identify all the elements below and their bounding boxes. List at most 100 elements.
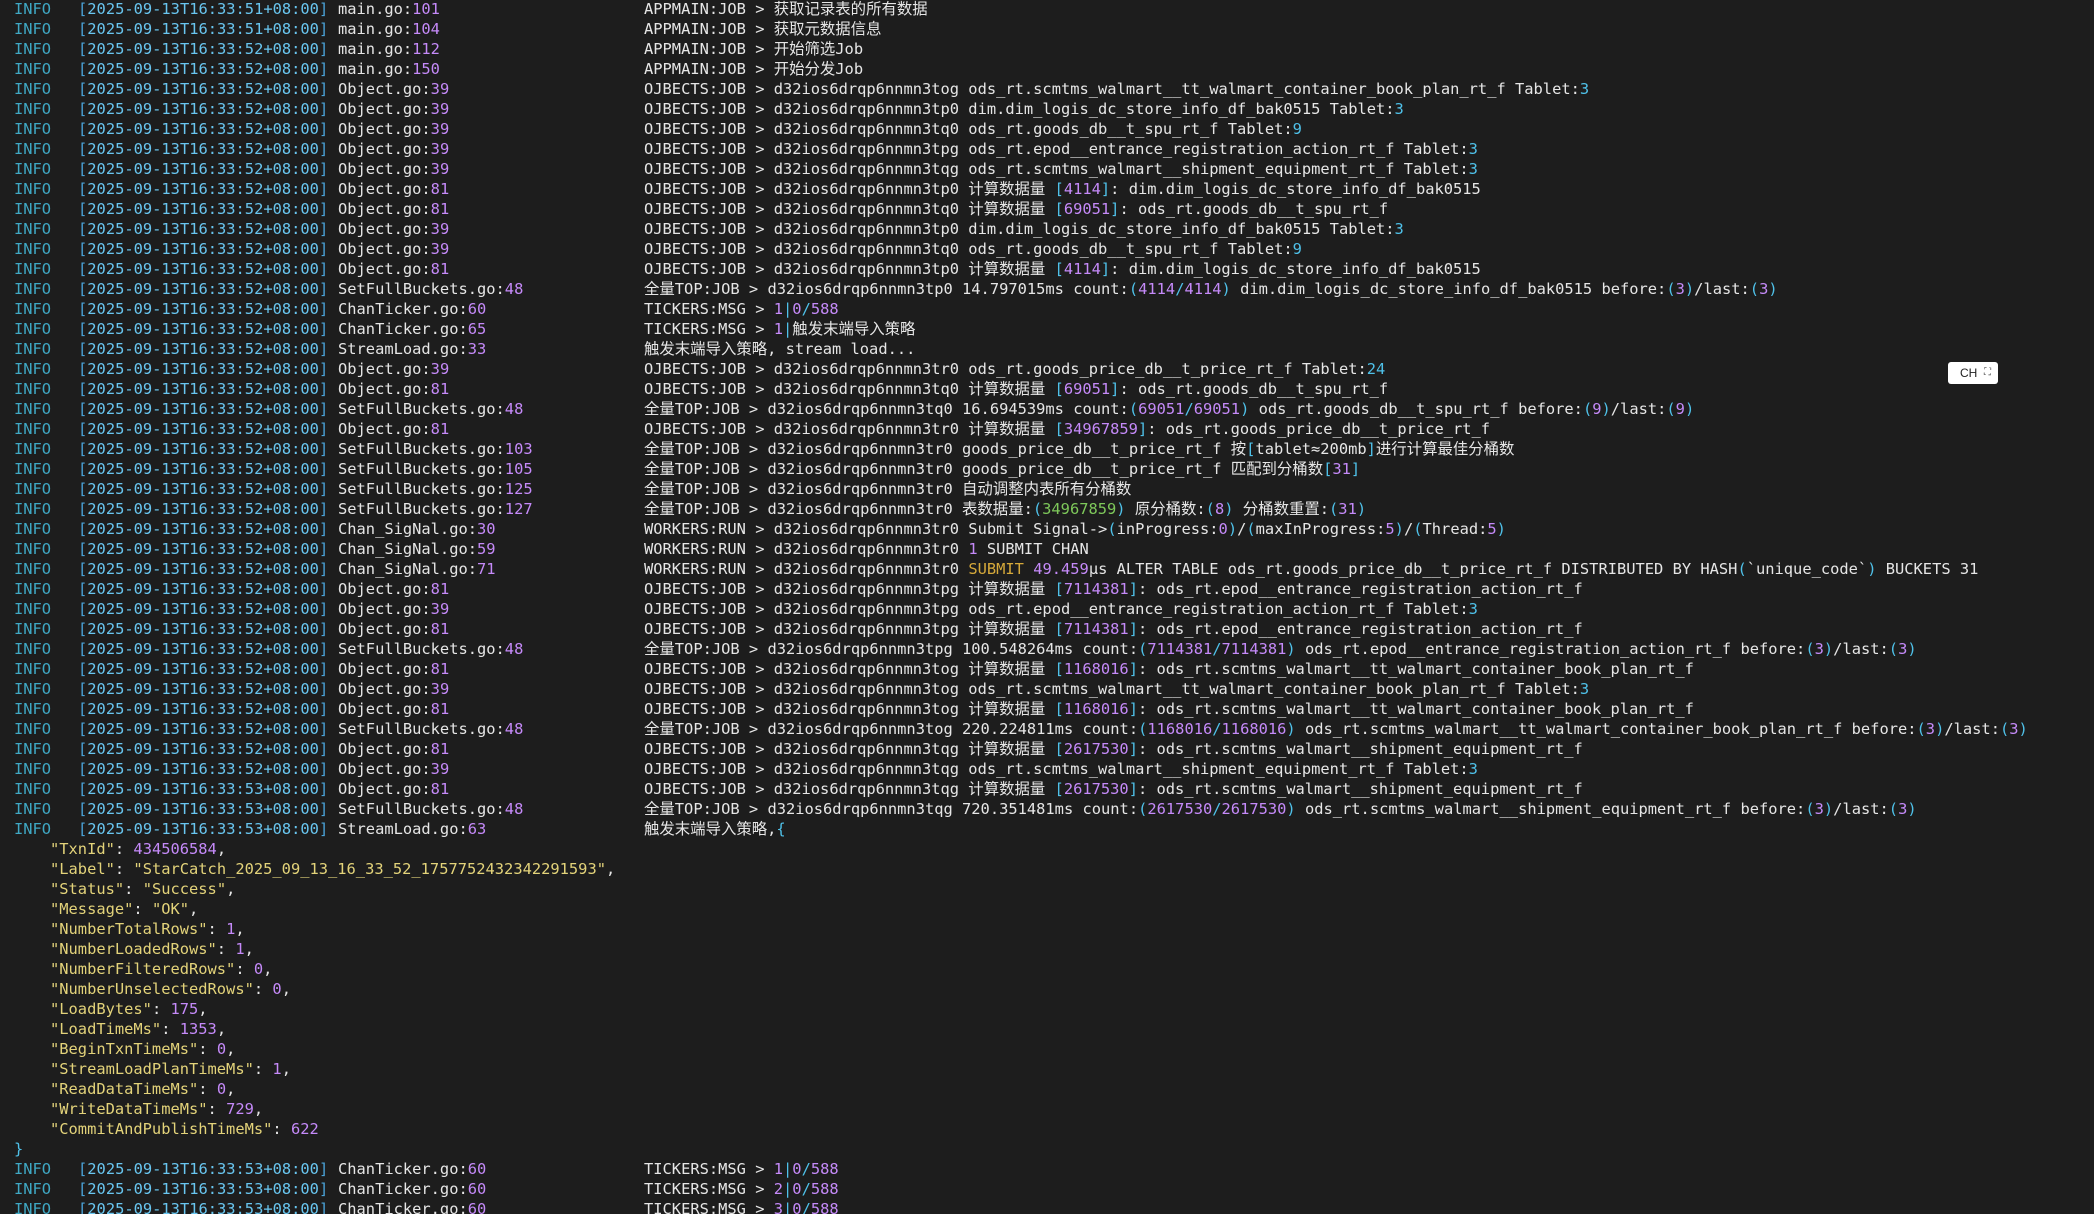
- bracket: [: [78, 120, 88, 138]
- log-message: 全量TOP:JOB > d32ios6drqp6nnmn3tpg 100.548…: [644, 639, 1917, 659]
- message-segment: : ods_rt.goods_db__t_spu_rt_f: [1119, 380, 1389, 398]
- log-level: INFO: [14, 660, 52, 678]
- message-segment: : ods_rt.scmtms_walmart__shipment_equipm…: [1137, 740, 1583, 758]
- log-message: OJBECTS:JOB > d32ios6drqp6nnmn3tr0 ods_r…: [644, 359, 1385, 379]
- bracket: ]: [318, 460, 329, 478]
- message-segment: /: [1212, 720, 1222, 738]
- bracket: [: [78, 800, 88, 818]
- message-segment: (: [1888, 800, 1899, 818]
- log-timestamp: [2025-09-13T16:33:52+08:00]: [78, 759, 328, 779]
- log-level: INFO: [14, 520, 52, 538]
- message-segment: 全量TOP:JOB > d32ios6drqp6nnmn3tr0 goods_p…: [644, 460, 1324, 478]
- timestamp-value: 2025-09-13T16:33:52+08:00: [87, 440, 319, 458]
- message-segment: APPMAIN:JOB > 获取记录表的所有数据: [644, 0, 928, 18]
- terminal-output[interactable]: INFO [2025-09-13T16:33:51+08:00] main.go:1…: [0, 0, 2094, 1214]
- log-message: OJBECTS:JOB > d32ios6drqp6nnmn3tog ods_r…: [644, 79, 1589, 99]
- message-segment: ): [1116, 500, 1126, 518]
- message-segment: 0: [1218, 520, 1228, 538]
- message-segment: /: [1237, 520, 1247, 538]
- message-segment: (: [1138, 720, 1148, 738]
- log-timestamp: [2025-09-13T16:33:52+08:00]: [78, 679, 328, 699]
- log-source: SetFullBuckets.go:48: [338, 719, 523, 739]
- bracket: [: [78, 200, 88, 218]
- log-level: INFO: [14, 500, 52, 518]
- expand-icon[interactable]: ⛶: [1984, 362, 1991, 384]
- log-message: WORKERS:RUN > d32ios6drqp6nnmn3tr0 SUBMI…: [644, 559, 1978, 579]
- log-message: 全量TOP:JOB > d32ios6drqp6nnmn3tq0 16.6945…: [644, 399, 1694, 419]
- main-log-line: INFO [2025-09-13T16:33:52+08:00] SetFullBu…: [0, 459, 2094, 479]
- message-segment: 2: [773, 1180, 784, 1198]
- message-segment: OJBECTS:JOB > d32ios6drqp6nnmn3tp0 dim.d…: [644, 220, 1395, 238]
- source-file: Object.go:: [338, 380, 431, 398]
- json-colon: :: [124, 880, 143, 898]
- message-segment: [: [1054, 740, 1064, 758]
- message-segment: 7114381: [1063, 620, 1129, 638]
- message-segment: 全量TOP:JOB > d32ios6drqp6nnmn3tr0 goods_p…: [644, 440, 1247, 458]
- message-segment: TICKERS:MSG >: [644, 320, 774, 338]
- timestamp-value: 2025-09-13T16:33:52+08:00: [87, 520, 319, 538]
- log-message: OJBECTS:JOB > d32ios6drqp6nnmn3tq0 ods_r…: [644, 239, 1302, 259]
- main-log-line: INFO [2025-09-13T16:33:52+08:00] Object.go…: [0, 119, 2094, 139]
- message-segment: [: [1054, 660, 1064, 678]
- bracket: [: [78, 140, 88, 158]
- log-level: INFO: [14, 580, 52, 598]
- source-file: Object.go:: [338, 740, 431, 758]
- log-timestamp: [2025-09-13T16:33:52+08:00]: [78, 259, 328, 279]
- source-file: main.go:: [338, 40, 413, 58]
- message-segment: 进行计算最佳分桶数: [1375, 440, 1515, 458]
- ime-indicator[interactable]: CH ⛶: [1948, 362, 1998, 384]
- message-segment: : ods_rt.goods_db__t_spu_rt_f: [1119, 200, 1389, 218]
- json-colon: :: [207, 920, 227, 938]
- log-source: Object.go:39: [338, 79, 449, 99]
- message-segment: [: [1054, 420, 1064, 438]
- message-segment: (: [1888, 640, 1899, 658]
- message-segment: [1024, 560, 1033, 578]
- message-segment: 588: [810, 1200, 839, 1214]
- log-message: APPMAIN:JOB > 获取元数据信息: [644, 19, 881, 39]
- message-segment: (: [1138, 800, 1148, 818]
- log-level: INFO: [14, 420, 52, 438]
- message-segment: 2617530: [1063, 740, 1129, 758]
- message-segment: ): [1684, 280, 1695, 298]
- bracket: ]: [318, 220, 329, 238]
- bracket: ]: [318, 780, 329, 798]
- message-segment: ): [1768, 280, 1778, 298]
- source-file: ChanTicker.go:: [338, 300, 468, 318]
- log-message: 全量TOP:JOB > d32ios6drqp6nnmn3tqg 720.351…: [644, 799, 1917, 819]
- log-source: Object.go:81: [338, 579, 449, 599]
- bracket: ]: [318, 80, 329, 98]
- log-source: SetFullBuckets.go:103: [338, 439, 533, 459]
- message-segment: 34967859: [1063, 420, 1138, 438]
- json-field: "CommitAndPublishTimeMs": 622: [50, 1119, 319, 1139]
- source-line: 39: [430, 220, 450, 238]
- message-segment: 3: [1468, 160, 1478, 178]
- message-segment: 原分桶数:: [1125, 500, 1206, 518]
- message-segment: maxInProgress:: [1255, 520, 1386, 538]
- message-segment: 4114: [1138, 280, 1176, 298]
- message-segment: (: [1205, 500, 1215, 518]
- timestamp-value: 2025-09-13T16:33:52+08:00: [87, 760, 319, 778]
- timestamp-value: 2025-09-13T16:33:52+08:00: [87, 360, 319, 378]
- message-segment: WORKERS:RUN > d32ios6drqp6nnmn3tr0: [644, 560, 969, 578]
- log-source: main.go:112: [338, 39, 440, 59]
- log-level: INFO: [14, 300, 52, 318]
- message-segment: ods_rt.scmtms_walmart__shipment_equipmen…: [1295, 800, 1806, 818]
- timestamp-value: 2025-09-13T16:33:52+08:00: [87, 280, 319, 298]
- source-line: 60: [467, 300, 487, 318]
- tail-log-line: INFO [2025-09-13T16:33:53+08:00] ChanTicke…: [0, 1179, 2094, 1199]
- main-log-line: INFO [2025-09-13T16:33:52+08:00] Object.go…: [0, 379, 2094, 399]
- source-file: Chan_SigNal.go:: [338, 540, 477, 558]
- log-timestamp: [2025-09-13T16:33:52+08:00]: [78, 419, 328, 439]
- message-segment: |: [783, 320, 793, 338]
- message-segment: : ods_rt.epod__entrance_registration_act…: [1137, 580, 1583, 598]
- json-comma: ,: [253, 1100, 264, 1118]
- timestamp-value: 2025-09-13T16:33:52+08:00: [87, 60, 319, 78]
- message-segment: ): [1684, 400, 1695, 418]
- log-source: Object.go:39: [338, 139, 449, 159]
- bracket: [: [78, 0, 88, 18]
- log-level: INFO: [14, 0, 52, 18]
- log-timestamp: [2025-09-13T16:33:52+08:00]: [78, 399, 328, 419]
- main-log-line: INFO [2025-09-13T16:33:52+08:00] Object.go…: [0, 659, 2094, 679]
- log-source: SetFullBuckets.go:105: [338, 459, 533, 479]
- bracket: [: [78, 780, 88, 798]
